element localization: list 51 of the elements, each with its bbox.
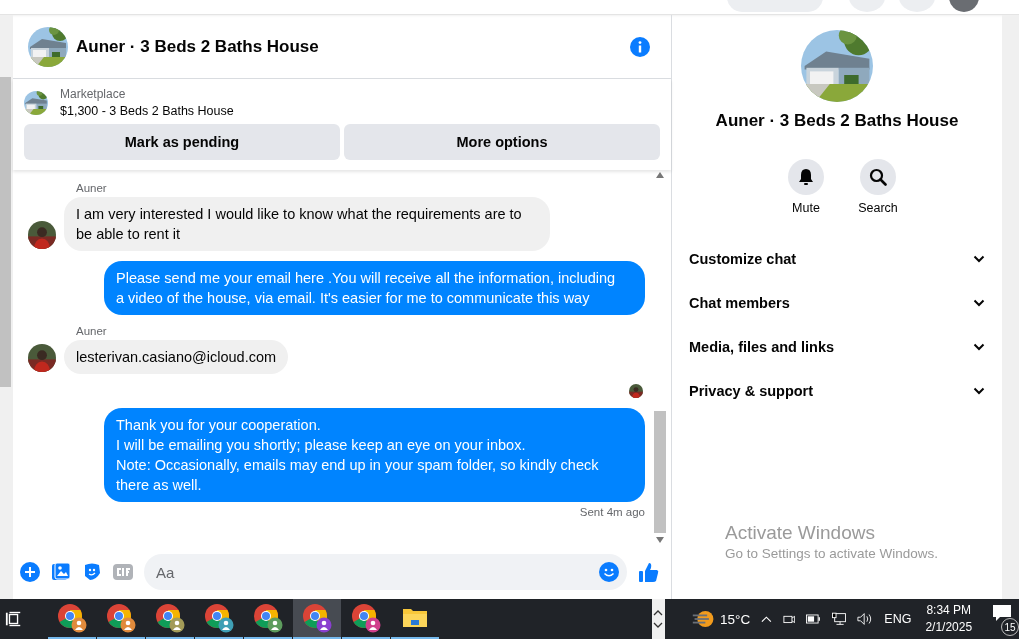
folder-icon xyxy=(402,607,429,629)
chat-title: Auner · 3 Beds 2 Baths House xyxy=(76,36,320,57)
action-button[interactable]: Mark as pending xyxy=(24,124,340,160)
page-scrollbar[interactable] xyxy=(1002,15,1019,599)
scroll-down-icon[interactable] xyxy=(653,622,664,628)
activation-title: Activate Windows xyxy=(725,522,876,544)
search-button[interactable] xyxy=(860,159,896,195)
sent-status: Sent 4m ago xyxy=(579,506,645,518)
image-icon[interactable] xyxy=(51,562,71,582)
action-label: Mute xyxy=(792,201,820,215)
message-bubble: lesterivan.casiano@icloud.com xyxy=(64,340,289,374)
search-icon xyxy=(869,168,887,186)
scrollbar[interactable] xyxy=(0,15,13,599)
section-header[interactable]: Customize chat xyxy=(689,237,985,281)
chevron-up-icon[interactable] xyxy=(761,615,772,623)
listing-summary: $1,300 - 3 Beds 2 Baths House xyxy=(60,104,234,118)
notification-count: 15 xyxy=(1001,618,1019,636)
mute-button[interactable] xyxy=(788,159,824,195)
bell-icon xyxy=(797,168,815,186)
scrollbar[interactable] xyxy=(652,599,665,639)
action-button[interactable]: More options xyxy=(344,124,660,160)
task-view-icon[interactable] xyxy=(5,610,22,628)
language-indicator[interactable]: ENG xyxy=(884,612,912,626)
sticker-icon[interactable] xyxy=(82,562,102,582)
like-icon[interactable] xyxy=(638,561,660,583)
section-header[interactable]: Chat members xyxy=(689,281,985,325)
activation-hint: Go to Settings to activate Windows. xyxy=(725,546,939,561)
add-icon[interactable] xyxy=(20,562,40,582)
message-bubble: Thank you for your cooperation. I will be emailing you shortly; please keep an eye on your inbox. Note: Occasionally, emails may end up in your spam folder, so kindly check there as well. xyxy=(104,408,645,502)
notifications-button[interactable]: 15 xyxy=(992,604,1019,634)
weather-icon[interactable] xyxy=(690,609,714,629)
info-icon[interactable] xyxy=(630,36,650,57)
message-bubble: I am very interested I would like to know what the requirements are to be able to rent it xyxy=(64,197,550,251)
temperature[interactable]: 15°C xyxy=(720,611,751,627)
speaker-icon[interactable] xyxy=(857,612,874,626)
section-header[interactable]: Privacy & support xyxy=(689,369,985,413)
emoji-icon[interactable] xyxy=(599,562,619,582)
listing-source: Marketplace xyxy=(60,87,127,101)
action-label: Search xyxy=(858,201,898,215)
clock[interactable]: 8:34 PM 2/1/2025 xyxy=(925,599,973,639)
battery-icon[interactable] xyxy=(806,614,821,624)
message-field[interactable]: Aa xyxy=(144,554,627,590)
message-icon xyxy=(992,604,1013,622)
network-icon[interactable] xyxy=(831,612,847,626)
scroll-up-icon[interactable] xyxy=(653,610,664,616)
message-bubble: Please send me your email here .You will receive all the information, including a video of the house, via email. It's easier for me to communicate this way xyxy=(104,261,645,315)
sender-name: Auner xyxy=(76,182,108,194)
conversation-title: Auner · 3 Beds 2 Baths House xyxy=(715,111,959,131)
section-header[interactable]: Media, files and links xyxy=(689,325,985,369)
sender-name: Auner xyxy=(76,325,108,337)
taskbar-app[interactable] xyxy=(293,599,342,639)
